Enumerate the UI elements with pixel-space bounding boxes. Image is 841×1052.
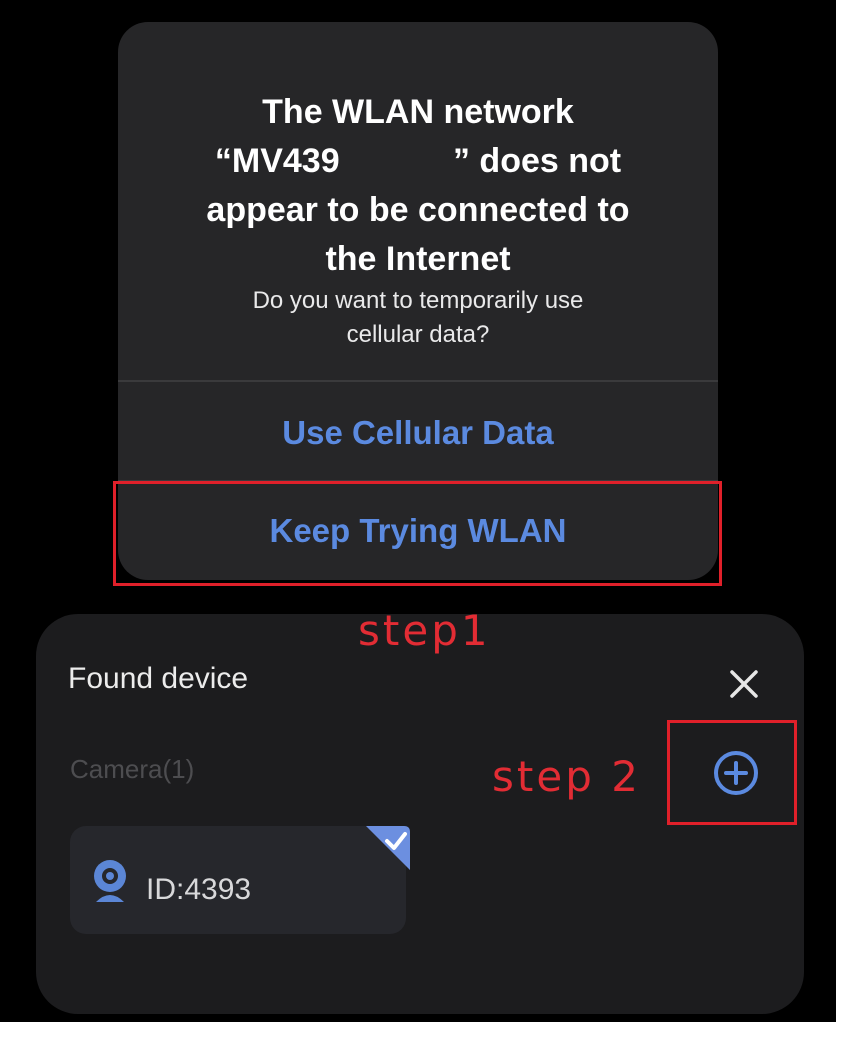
alert-message: Do you want to temporarily use cellular … [178,284,658,352]
keep-trying-wlan-button[interactable]: Keep Trying WLAN [118,484,718,578]
wlan-alert-dialog: The WLAN network “MV439 ” does not appea… [118,22,718,580]
sheet-title: Found device [68,662,249,695]
alert-title-line: appear to be connected to [206,191,630,229]
step1-label: step1 [358,606,491,655]
alert-message-line: cellular data? [346,321,490,348]
camera-section-label: Camera(1) [70,754,195,784]
add-circle-icon[interactable] [711,748,761,798]
use-cellular-data-button[interactable]: Use Cellular Data [118,386,718,480]
step2-label: step 2 [492,752,641,801]
alert-title: The WLAN network “MV439 ” does not appea… [158,88,678,284]
alert-message-line: Do you want to temporarily use [252,287,584,314]
alert-divider [118,380,718,382]
phone-screen: The WLAN network “MV439 ” does not appea… [0,0,836,1022]
device-card[interactable]: ID:4393 [70,826,406,934]
alert-title-line: “MV439 ” does not [214,142,622,180]
close-icon[interactable] [726,666,762,702]
camera-icon [90,858,130,904]
selected-check-icon [360,826,410,870]
alert-title-line: The WLAN network [262,93,574,131]
device-id: ID:4393 [146,873,252,906]
alert-divider [118,480,718,482]
alert-title-line: the Internet [325,240,511,278]
found-device-sheet: Found device Camera(1) ID:4393 [36,614,804,1014]
